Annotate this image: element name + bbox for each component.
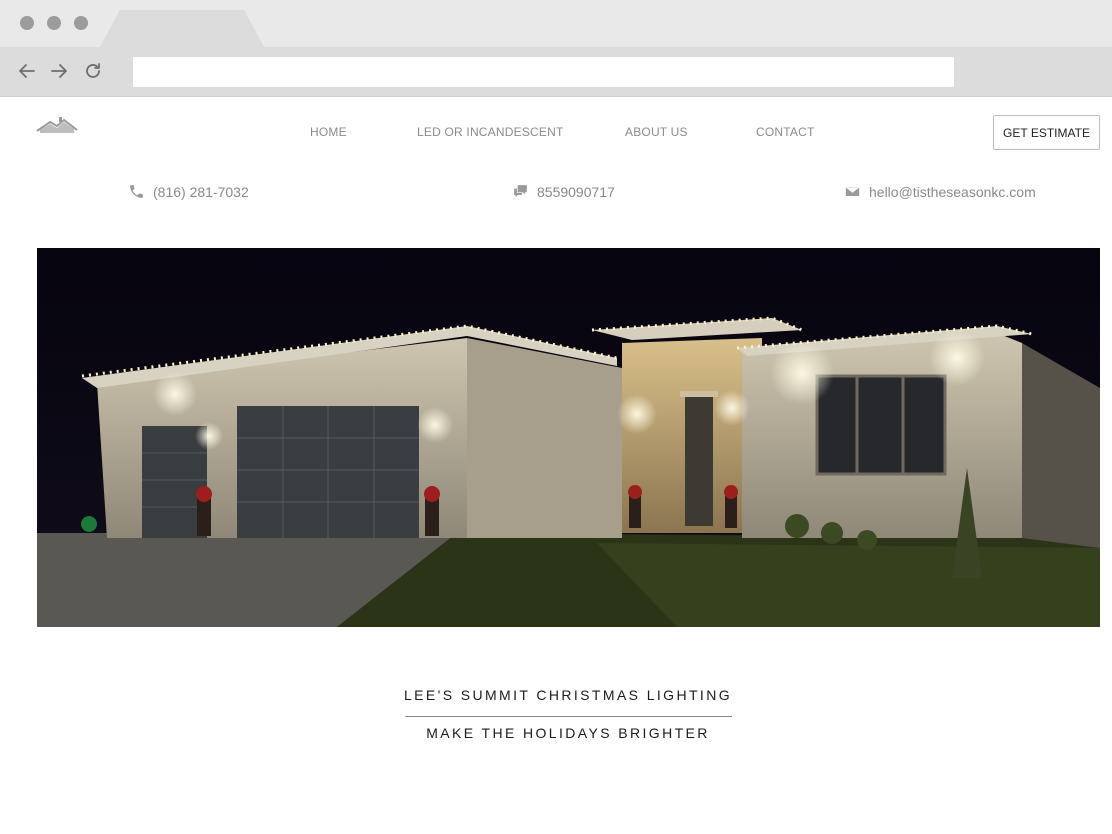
window-close-dot[interactable] bbox=[20, 16, 34, 30]
email-contact[interactable]: hello@tistheseasonkc.com bbox=[844, 183, 1036, 200]
nav-contact[interactable]: CONTACT bbox=[756, 125, 815, 139]
reload-icon[interactable] bbox=[82, 60, 104, 82]
arrow-right-icon[interactable] bbox=[48, 60, 70, 82]
page-subheadline: MAKE THE HOLIDAYS BRIGHTER bbox=[426, 725, 710, 741]
address-bar[interactable] bbox=[133, 57, 954, 87]
arrow-left-icon[interactable] bbox=[16, 60, 38, 82]
text-number: 8559090717 bbox=[537, 183, 615, 200]
site-logo[interactable] bbox=[34, 113, 80, 147]
page-headline: LEE'S SUMMIT CHRISTMAS LIGHTING bbox=[403, 687, 733, 703]
nav-home[interactable]: HOME bbox=[310, 125, 347, 139]
phone-icon bbox=[130, 185, 143, 198]
text-contact[interactable]: 8559090717 bbox=[512, 183, 615, 200]
chat-icon bbox=[514, 185, 527, 198]
browser-titlebar bbox=[0, 0, 1112, 47]
window-maximize-dot[interactable] bbox=[74, 16, 88, 30]
window-minimize-dot[interactable] bbox=[47, 16, 61, 30]
hero-image bbox=[37, 248, 1100, 627]
house-photo bbox=[37, 248, 1100, 627]
headline-divider bbox=[405, 716, 732, 717]
nav-led-or-incandescent[interactable]: LED OR INCANDESCENT bbox=[417, 125, 564, 139]
get-estimate-button[interactable]: GET ESTIMATE bbox=[993, 115, 1100, 150]
house-logo-icon bbox=[36, 117, 78, 133]
browser-tab[interactable] bbox=[100, 10, 264, 47]
phone-number: (816) 281-7032 bbox=[153, 183, 249, 200]
phone-contact[interactable]: (816) 281-7032 bbox=[128, 183, 249, 200]
email-address: hello@tistheseasonkc.com bbox=[869, 183, 1036, 200]
nav-about-us[interactable]: ABOUT US bbox=[625, 125, 688, 139]
envelope-icon bbox=[844, 186, 861, 197]
